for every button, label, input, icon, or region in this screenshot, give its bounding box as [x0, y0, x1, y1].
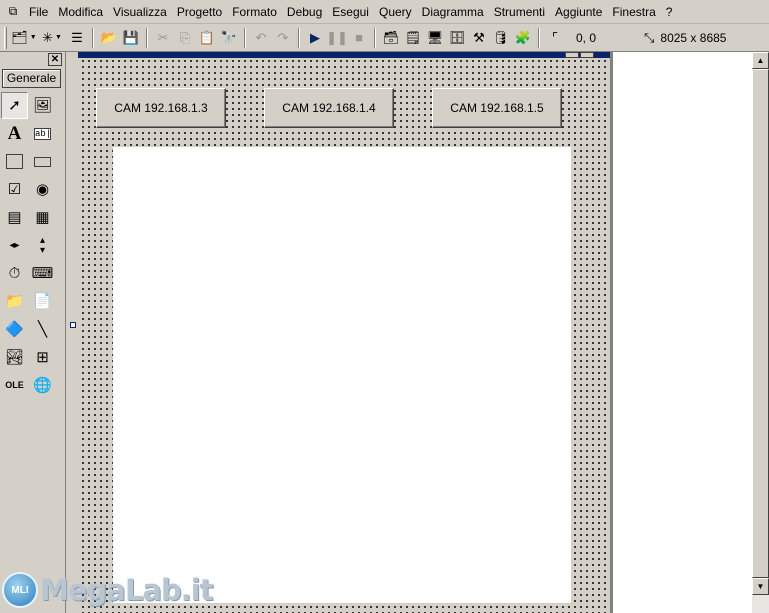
- combobox-icon[interactable]: ▤: [1, 204, 28, 231]
- menu-visualizza[interactable]: Visualizza: [108, 2, 172, 22]
- watermark-text: MegaLab.it: [40, 573, 213, 607]
- menu-modifica[interactable]: Modifica: [53, 2, 108, 22]
- cam-button-2[interactable]: CAM 192.168.1.4: [264, 88, 394, 128]
- toolbar-grip[interactable]: [4, 26, 7, 49]
- watermark: MLI MegaLab.it: [2, 570, 213, 610]
- picture-box[interactable]: [113, 147, 571, 603]
- cam-button-3[interactable]: CAM 192.168.1.5: [432, 88, 562, 128]
- workspace-strip: [67, 52, 78, 613]
- toolbox-icon[interactable]: ⚒: [468, 27, 490, 49]
- drivelistbox-icon[interactable]: ⌨: [29, 260, 56, 287]
- textbox-icon[interactable]: ab|: [29, 120, 56, 147]
- label-icon[interactable]: A: [1, 120, 28, 147]
- undo-icon[interactable]: ↶: [250, 27, 272, 49]
- picturebox-icon[interactable]: 🖼: [29, 92, 56, 119]
- menu-debug[interactable]: Debug: [282, 2, 327, 22]
- form-designer-window[interactable]: CAM 192.168.1.3 CAM 192.168.1.4 CAM 192.…: [78, 52, 610, 613]
- menu-bar: ⧉ File Modifica Visualizza Progetto Form…: [0, 0, 769, 24]
- form-surface[interactable]: CAM 192.168.1.3 CAM 192.168.1.4 CAM 192.…: [80, 58, 608, 613]
- pointer-icon[interactable]: ➚: [1, 92, 28, 119]
- listbox-icon[interactable]: ▦: [29, 204, 56, 231]
- data-control-icon[interactable]: ⊞: [29, 344, 56, 371]
- app-icon[interactable]: ⧉: [2, 2, 24, 22]
- paste-icon[interactable]: 📋: [196, 27, 218, 49]
- dirlistbox-icon[interactable]: 📁: [1, 288, 28, 315]
- vertical-scrollbar[interactable]: ▲ ▼: [752, 52, 769, 613]
- component-manager-icon[interactable]: 🧩: [512, 27, 534, 49]
- pause-icon[interactable]: ❚❚: [326, 27, 348, 49]
- size-readout: 8025 x 8685: [660, 30, 727, 45]
- cut-icon[interactable]: ✂: [152, 27, 174, 49]
- toolbar-separator: [92, 27, 94, 48]
- menu-help[interactable]: ?: [661, 2, 678, 22]
- toolbar-separator: [538, 27, 540, 48]
- filelistbox-icon[interactable]: 📄: [29, 288, 56, 315]
- scroll-thumb[interactable]: [752, 69, 769, 578]
- object-browser-icon[interactable]: 🗄: [446, 27, 468, 49]
- position-readout: 0, 0: [576, 30, 597, 45]
- toolbox-header: ✕: [0, 52, 65, 67]
- line-icon[interactable]: ╲: [29, 316, 56, 343]
- menu-query[interactable]: Query: [374, 2, 417, 22]
- cam-button-1[interactable]: CAM 192.168.1.3: [96, 88, 226, 128]
- toolbar-separator: [298, 27, 300, 48]
- scroll-up-icon[interactable]: ▲: [752, 52, 769, 69]
- watermark-logo-icon: MLI: [2, 572, 38, 608]
- standard-toolbar: 🗂 ▼ ✳ ▼ ☰ 📂 💾 ✂ ⎘ 📋 🔭 ↶ ↷ ▶ ❚❚ ■ 🗃 🗒 🖥 🗄 ⚒…: [0, 24, 769, 52]
- menu-diagramma[interactable]: Diagramma: [417, 2, 489, 22]
- vscrollbar-icon[interactable]: ▴ ▾: [29, 232, 56, 259]
- menu-strumenti[interactable]: Strumenti: [489, 2, 550, 22]
- start-icon[interactable]: ▶: [304, 27, 326, 49]
- stop-icon[interactable]: ■: [348, 27, 370, 49]
- mdi-workspace: CAM 192.168.1.3 CAM 192.168.1.4 CAM 192.…: [67, 52, 612, 613]
- ole-icon[interactable]: OLE: [1, 372, 28, 399]
- image-icon[interactable]: 🏞: [1, 344, 28, 371]
- properties-window-icon[interactable]: 🗒: [402, 27, 424, 49]
- position-icon: ⌜: [551, 30, 559, 45]
- web-browser-icon[interactable]: 🌐: [29, 372, 56, 399]
- find-icon[interactable]: 🔭: [218, 27, 240, 49]
- redo-icon[interactable]: ↷: [272, 27, 294, 49]
- toolbox-grid: ➚ 🖼 A ab| ☑ ◉ ▤ ▦ ◂▸ ▴ ▾ ⏱ ⌨ 📁 📄 🔷 ╲ 🏞 ⊞ …: [1, 92, 65, 400]
- command-button-icon[interactable]: [29, 148, 56, 175]
- toolbox-panel: ✕ Generale ➚ 🖼 A ab| ☑ ◉ ▤ ▦ ◂▸ ▴ ▾ ⏱ ⌨ 📁…: [0, 52, 66, 613]
- menu-progetto[interactable]: Progetto: [172, 2, 227, 22]
- add-form-icon[interactable]: ✳ ▼: [38, 27, 66, 49]
- hscrollbar-icon[interactable]: ◂▸: [1, 232, 28, 259]
- toolbar-separator: [374, 27, 376, 48]
- data-view-icon[interactable]: 🛢: [490, 27, 512, 49]
- copy-icon[interactable]: ⎘: [174, 27, 196, 49]
- save-icon[interactable]: 💾: [120, 27, 142, 49]
- shape-icon[interactable]: 🔷: [1, 316, 28, 343]
- size-icon: ⤡: [644, 29, 655, 45]
- resize-handle-left[interactable]: [70, 322, 76, 328]
- toolbar-separator: [146, 27, 148, 48]
- option-button-icon[interactable]: ◉: [29, 176, 56, 203]
- scroll-down-icon[interactable]: ▼: [752, 578, 769, 595]
- menu-finestra[interactable]: Finestra: [607, 2, 660, 22]
- right-pane: [612, 52, 752, 613]
- menu-editor-icon[interactable]: ☰: [66, 27, 88, 49]
- close-icon[interactable]: ✕: [48, 53, 62, 66]
- menu-formato[interactable]: Formato: [227, 2, 282, 22]
- add-project-icon[interactable]: 🗂 ▼: [10, 27, 38, 49]
- menu-esegui[interactable]: Esegui: [327, 2, 374, 22]
- checkbox-icon[interactable]: ☑: [1, 176, 28, 203]
- toolbox-tab-generale[interactable]: Generale: [2, 69, 61, 88]
- timer-icon[interactable]: ⏱: [1, 260, 28, 287]
- frame-icon[interactable]: [1, 148, 28, 175]
- menu-file[interactable]: File: [24, 2, 53, 22]
- form-layout-icon[interactable]: 🖥: [424, 27, 446, 49]
- menu-aggiunte[interactable]: Aggiunte: [550, 2, 607, 22]
- open-icon[interactable]: 📂: [98, 27, 120, 49]
- toolbar-separator: [244, 27, 246, 48]
- project-explorer-icon[interactable]: 🗃: [380, 27, 402, 49]
